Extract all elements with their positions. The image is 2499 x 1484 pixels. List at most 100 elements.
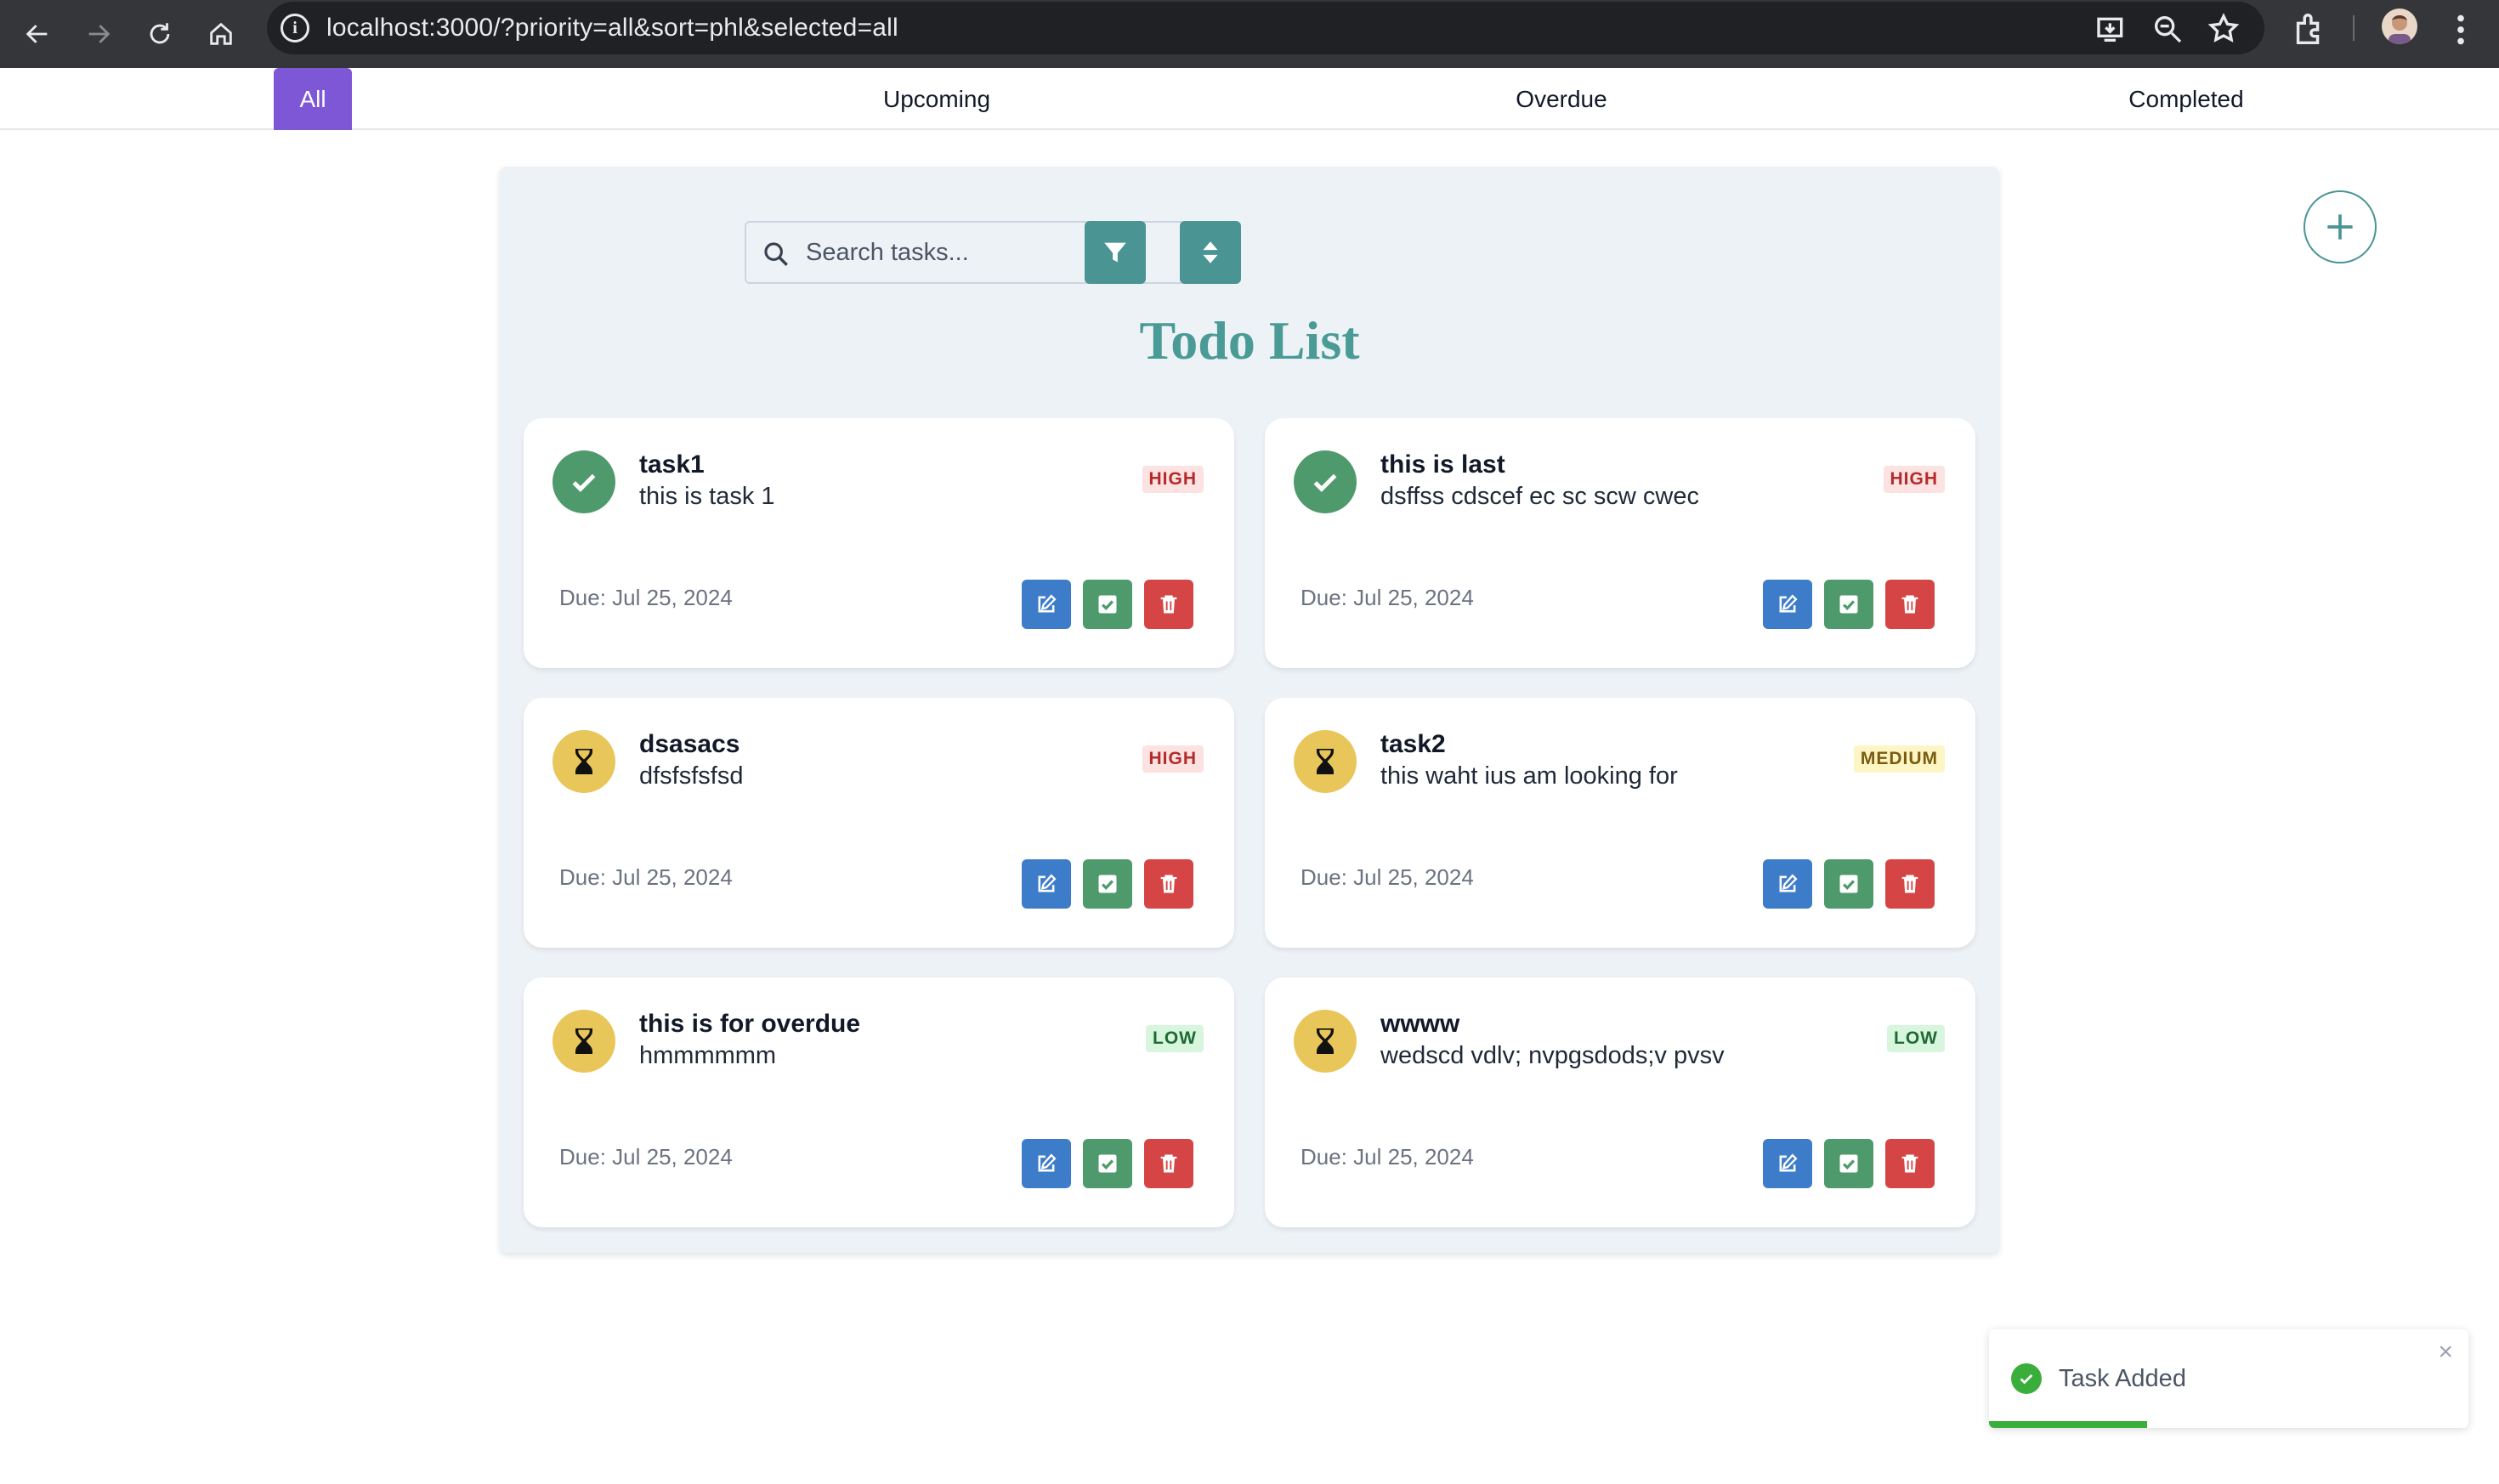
delete-button[interactable] bbox=[1144, 1139, 1193, 1188]
checkbox-icon bbox=[1096, 1152, 1119, 1175]
trash-icon bbox=[1157, 872, 1181, 896]
complete-button[interactable] bbox=[1083, 580, 1132, 629]
priority-badge: LOW bbox=[1887, 1025, 1945, 1052]
tab-completed[interactable]: Completed bbox=[2101, 68, 2271, 130]
toast-progress-bar bbox=[1989, 1421, 2148, 1428]
toast-close-icon[interactable]: × bbox=[2438, 1340, 2453, 1365]
priority-badge: HIGH bbox=[1142, 745, 1204, 773]
edit-button[interactable] bbox=[1763, 859, 1812, 909]
plus-icon bbox=[2327, 214, 2353, 240]
checkbox-icon bbox=[1096, 872, 1119, 896]
complete-button[interactable] bbox=[1083, 1139, 1132, 1188]
tab-upcoming[interactable]: Upcoming bbox=[852, 68, 1022, 130]
profile-avatar[interactable] bbox=[2382, 8, 2417, 44]
trash-icon bbox=[1157, 1152, 1181, 1175]
hourglass-icon bbox=[1294, 1010, 1357, 1073]
edit-icon bbox=[1776, 872, 1799, 896]
priority-badge: MEDIUM bbox=[1853, 745, 1945, 773]
edit-icon bbox=[1034, 592, 1058, 616]
completed-check-icon bbox=[552, 450, 615, 513]
more-menu-icon[interactable] bbox=[2441, 10, 2480, 49]
task-description: this waht ius am looking for bbox=[1380, 762, 1678, 790]
task-title: this is last bbox=[1380, 450, 1505, 479]
task-title: task1 bbox=[639, 450, 705, 479]
edit-button[interactable] bbox=[1763, 580, 1812, 629]
hourglass-icon bbox=[1294, 730, 1357, 793]
delete-button[interactable] bbox=[1885, 580, 1935, 629]
task-card: this is for overdue hmmmmmm LOW Due: Jul 25… bbox=[524, 977, 1234, 1227]
complete-button[interactable] bbox=[1824, 859, 1873, 909]
due-date: Due: Jul 25, 2024 bbox=[559, 864, 733, 890]
edit-button[interactable] bbox=[1022, 580, 1071, 629]
hourglass-icon bbox=[552, 1010, 615, 1073]
trash-icon bbox=[1898, 872, 1922, 896]
page-title: Todo List bbox=[1139, 310, 1360, 371]
checkbox-icon bbox=[1837, 592, 1861, 616]
browser-toolbar: i localhost:3000/?priority=all&sort=phl&… bbox=[0, 0, 2499, 68]
completed-check-icon bbox=[1294, 450, 1357, 513]
due-date: Due: Jul 25, 2024 bbox=[1300, 585, 1474, 610]
priority-badge: HIGH bbox=[1142, 466, 1204, 493]
edit-icon bbox=[1776, 592, 1799, 616]
back-icon[interactable] bbox=[15, 12, 60, 56]
home-icon[interactable] bbox=[199, 12, 243, 56]
filter-button[interactable] bbox=[1085, 221, 1146, 284]
task-card: task1 this is task 1 HIGH Due: Jul 25, 2024 bbox=[524, 418, 1234, 668]
zoom-icon[interactable] bbox=[2150, 12, 2184, 46]
delete-button[interactable] bbox=[1144, 859, 1193, 909]
checkbox-icon bbox=[1837, 872, 1861, 896]
task-description: this is task 1 bbox=[639, 483, 775, 510]
task-description: wedscd vdlv; nvpgsdods;v pvsv bbox=[1380, 1042, 1725, 1069]
edit-icon bbox=[1034, 1152, 1058, 1175]
task-description: dfsfsfsfsd bbox=[639, 762, 744, 790]
sort-button[interactable] bbox=[1180, 221, 1241, 284]
checkbox-icon bbox=[1096, 592, 1119, 616]
trash-icon bbox=[1898, 1152, 1922, 1175]
task-card: this is last dsffss cdscef ec sc scw cwec… bbox=[1265, 418, 1975, 668]
filter-tabs: All Upcoming Overdue Completed bbox=[0, 68, 2499, 130]
due-date: Due: Jul 25, 2024 bbox=[1300, 1144, 1474, 1170]
sort-icon bbox=[1203, 241, 1218, 263]
trash-icon bbox=[1898, 592, 1922, 616]
edit-button[interactable] bbox=[1022, 1139, 1071, 1188]
complete-button[interactable] bbox=[1824, 1139, 1873, 1188]
due-date: Due: Jul 25, 2024 bbox=[1300, 864, 1474, 890]
address-bar[interactable]: i localhost:3000/?priority=all&sort=phl&… bbox=[267, 2, 2264, 54]
site-info-icon[interactable]: i bbox=[280, 14, 309, 42]
priority-badge: LOW bbox=[1146, 1025, 1204, 1052]
bookmark-star-icon[interactable] bbox=[2207, 12, 2241, 46]
edit-button[interactable] bbox=[1022, 859, 1071, 909]
delete-button[interactable] bbox=[1144, 580, 1193, 629]
toolbar-divider bbox=[2353, 15, 2354, 41]
task-title: dsasacs bbox=[639, 730, 740, 758]
task-title: task2 bbox=[1380, 730, 1446, 758]
complete-button[interactable] bbox=[1083, 859, 1132, 909]
reload-icon[interactable] bbox=[138, 12, 182, 56]
delete-button[interactable] bbox=[1885, 1139, 1935, 1188]
task-description: hmmmmmm bbox=[639, 1042, 777, 1069]
edit-button[interactable] bbox=[1763, 1139, 1812, 1188]
task-card: dsasacs dfsfsfsfsd HIGH Due: Jul 25, 2024 bbox=[524, 698, 1234, 948]
forward-icon[interactable] bbox=[76, 12, 121, 56]
checkbox-icon bbox=[1837, 1152, 1861, 1175]
toast-notification: Task Added × bbox=[1989, 1329, 2468, 1428]
edit-icon bbox=[1776, 1152, 1799, 1175]
hourglass-icon bbox=[552, 730, 615, 793]
tab-all[interactable]: All bbox=[274, 68, 352, 130]
success-check-icon bbox=[2011, 1363, 2042, 1394]
due-date: Due: Jul 25, 2024 bbox=[559, 585, 733, 610]
tab-overdue[interactable]: Overdue bbox=[1476, 68, 1646, 130]
delete-button[interactable] bbox=[1885, 859, 1935, 909]
add-task-button[interactable] bbox=[2304, 190, 2377, 263]
extensions-icon[interactable] bbox=[2290, 10, 2329, 49]
trash-icon bbox=[1157, 592, 1181, 616]
address-url[interactable]: localhost:3000/?priority=all&sort=phl&se… bbox=[326, 14, 898, 42]
complete-button[interactable] bbox=[1824, 580, 1873, 629]
task-title: this is for overdue bbox=[639, 1010, 861, 1038]
install-app-icon[interactable] bbox=[2094, 12, 2128, 46]
due-date: Due: Jul 25, 2024 bbox=[559, 1144, 733, 1170]
filter-icon bbox=[1104, 242, 1126, 263]
todo-panel: Todo List task1 this is task 1 HIGH Due: Ju… bbox=[500, 167, 1999, 1253]
toast-message: Task Added bbox=[2059, 1365, 2186, 1392]
task-description: dsffss cdscef ec sc scw cwec bbox=[1380, 483, 1699, 510]
